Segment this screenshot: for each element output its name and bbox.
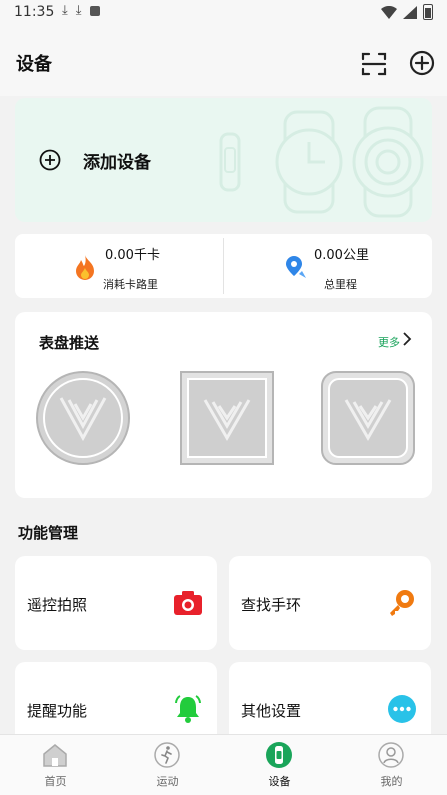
nav-label: 首页 (44, 775, 67, 788)
app-notification-icon (89, 6, 100, 16)
watch-icon (266, 742, 292, 768)
nav-label: 运动 (156, 775, 179, 788)
nav-label: 我的 (380, 775, 403, 788)
stats-card: 0.00千卡 消耗卡路里 0.00公里 总里程 (15, 234, 432, 298)
page-title: 设备 (16, 54, 52, 75)
tile-label: 提醒功能 (27, 702, 88, 720)
watch-faces-title: 表盘推送 (39, 334, 100, 352)
wifi-icon (381, 5, 397, 19)
plus-circle-icon (39, 149, 61, 171)
download-icon: ⤓ (75, 3, 82, 18)
remote-camera-tile[interactable]: 遥控拍照 (15, 556, 217, 650)
tile-label: 查找手环 (241, 596, 302, 614)
function-management-title: 功能管理 (18, 524, 79, 542)
watch-faces-card: 表盘推送 更多 (15, 312, 432, 498)
profile-icon (378, 742, 404, 768)
status-time: 11:35 (14, 4, 55, 20)
battery-icon (423, 4, 433, 20)
nav-sport[interactable]: 运动 (112, 735, 223, 795)
distance-value: 0.00公里 (314, 248, 369, 263)
calories-label: 消耗卡路里 (103, 278, 158, 291)
home-icon (43, 744, 67, 767)
tile-label: 其他设置 (241, 702, 302, 720)
calories-stat: 0.00千卡 消耗卡路里 (15, 234, 223, 298)
chevron-right-icon[interactable] (402, 331, 412, 347)
flame-icon (76, 255, 94, 280)
download-icon: ⤓ (62, 3, 68, 18)
run-icon (154, 742, 180, 768)
route-pin-icon (286, 256, 306, 278)
watch-face-rounded-square[interactable] (320, 370, 416, 466)
scan-icon[interactable] (360, 50, 388, 78)
notification-icons: ⤓ ⤓ (62, 3, 100, 18)
bottom-nav: 首页 运动 设备 我的 (0, 734, 447, 795)
nav-home[interactable]: 首页 (0, 735, 111, 795)
add-device-card[interactable]: 添加设备 (15, 98, 432, 222)
calories-value: 0.00千卡 (105, 248, 160, 263)
find-band-tile[interactable]: 查找手环 (229, 556, 431, 650)
nav-label: 设备 (268, 775, 291, 788)
system-icons (381, 4, 433, 20)
distance-stat: 0.00公里 总里程 (224, 234, 432, 298)
app-header: 设备 (0, 26, 447, 96)
status-bar: 11:35 ⤓ ⤓ (0, 0, 447, 26)
watch-face-square[interactable] (179, 370, 275, 466)
device-illustration (219, 106, 424, 218)
key-search-icon (390, 590, 414, 616)
more-dots-icon (388, 695, 416, 723)
bell-icon (175, 695, 201, 723)
nav-device[interactable]: 设备 (224, 735, 335, 795)
more-link[interactable]: 更多 (378, 334, 400, 350)
distance-label: 总里程 (324, 278, 357, 291)
add-icon[interactable] (409, 50, 435, 76)
camera-icon (174, 591, 202, 615)
watch-face-round[interactable] (35, 370, 131, 466)
add-device-label: 添加设备 (83, 153, 151, 173)
tile-label: 遥控拍照 (27, 596, 88, 614)
nav-mine[interactable]: 我的 (336, 735, 447, 795)
signal-icon (403, 5, 417, 19)
